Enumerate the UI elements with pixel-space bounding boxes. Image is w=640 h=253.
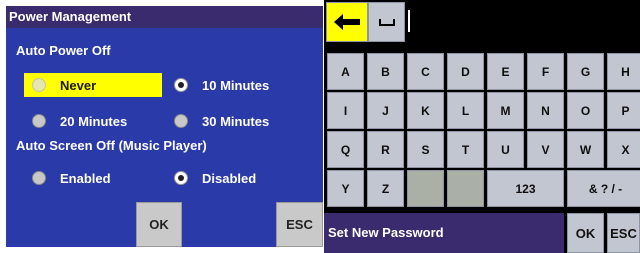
key-m[interactable]: M [487, 92, 524, 129]
key-q[interactable]: Q [327, 131, 364, 168]
key-f[interactable]: F [527, 53, 564, 90]
key-blank [447, 170, 484, 207]
option-never[interactable]: Never [24, 73, 162, 97]
option-label: 10 Minutes [202, 77, 270, 93]
key-c[interactable]: C [407, 53, 444, 90]
option-30-minutes[interactable]: 30 Minutes [174, 109, 269, 133]
key-i[interactable]: I [327, 92, 364, 129]
option-disabled[interactable]: Disabled [174, 166, 256, 190]
keyboard-panel: A B C D E F G H I J K L M N O P Q R S T … [324, 0, 640, 253]
key-s[interactable]: S [407, 131, 444, 168]
ok-button[interactable]: OK [136, 202, 182, 247]
backspace-button[interactable] [326, 2, 368, 42]
left-arrow-icon [334, 14, 360, 30]
key-v[interactable]: V [527, 131, 564, 168]
key-e[interactable]: E [487, 53, 524, 90]
key-g[interactable]: G [567, 53, 604, 90]
radio-selected-icon [174, 78, 188, 92]
key-t[interactable]: T [447, 131, 484, 168]
option-label: Disabled [202, 170, 257, 186]
key-o[interactable]: O [567, 92, 604, 129]
status-bar: Set New Password [324, 213, 564, 253]
option-20-minutes[interactable]: 20 Minutes [32, 109, 127, 133]
esc-button[interactable]: ESC [607, 213, 640, 253]
space-key[interactable] [368, 2, 405, 42]
power-management-panel: Power Management Auto Power Off Never 10… [6, 6, 323, 247]
key-y[interactable]: Y [327, 170, 364, 207]
numbers-key[interactable]: 123 [487, 170, 564, 207]
auto-screen-off-label: Auto Screen Off (Music Player) [16, 138, 207, 153]
key-z[interactable]: Z [367, 170, 404, 207]
option-label: 30 Minutes [202, 113, 270, 129]
radio-icon [174, 114, 188, 128]
option-label: Enabled [60, 170, 111, 186]
radio-icon [32, 78, 46, 92]
ok-button[interactable]: OK [567, 213, 604, 253]
space-icon [378, 19, 395, 26]
key-b[interactable]: B [367, 53, 404, 90]
option-10-minutes[interactable]: 10 Minutes [174, 73, 269, 97]
radio-icon [32, 114, 46, 128]
radio-icon [32, 171, 46, 185]
key-n[interactable]: N [527, 92, 564, 129]
option-enabled[interactable]: Enabled [32, 166, 111, 190]
option-label: 20 Minutes [60, 113, 128, 129]
key-h[interactable]: H [607, 53, 640, 90]
symbols-key[interactable]: & ? / - [567, 170, 640, 207]
key-k[interactable]: K [407, 92, 444, 129]
radio-selected-icon [174, 171, 188, 185]
key-a[interactable]: A [327, 53, 364, 90]
key-x[interactable]: X [607, 131, 640, 168]
auto-power-off-label: Auto Power Off [16, 43, 111, 58]
text-cursor [408, 10, 410, 32]
key-r[interactable]: R [367, 131, 404, 168]
key-d[interactable]: D [447, 53, 484, 90]
key-j[interactable]: J [367, 92, 404, 129]
key-blank [407, 170, 444, 207]
password-input[interactable] [405, 2, 640, 42]
panel-title: Power Management [6, 6, 323, 28]
esc-button[interactable]: ESC [276, 202, 323, 247]
option-label: Never [60, 77, 97, 93]
key-p[interactable]: P [607, 92, 640, 129]
key-l[interactable]: L [447, 92, 484, 129]
key-w[interactable]: W [567, 131, 604, 168]
key-u[interactable]: U [487, 131, 524, 168]
